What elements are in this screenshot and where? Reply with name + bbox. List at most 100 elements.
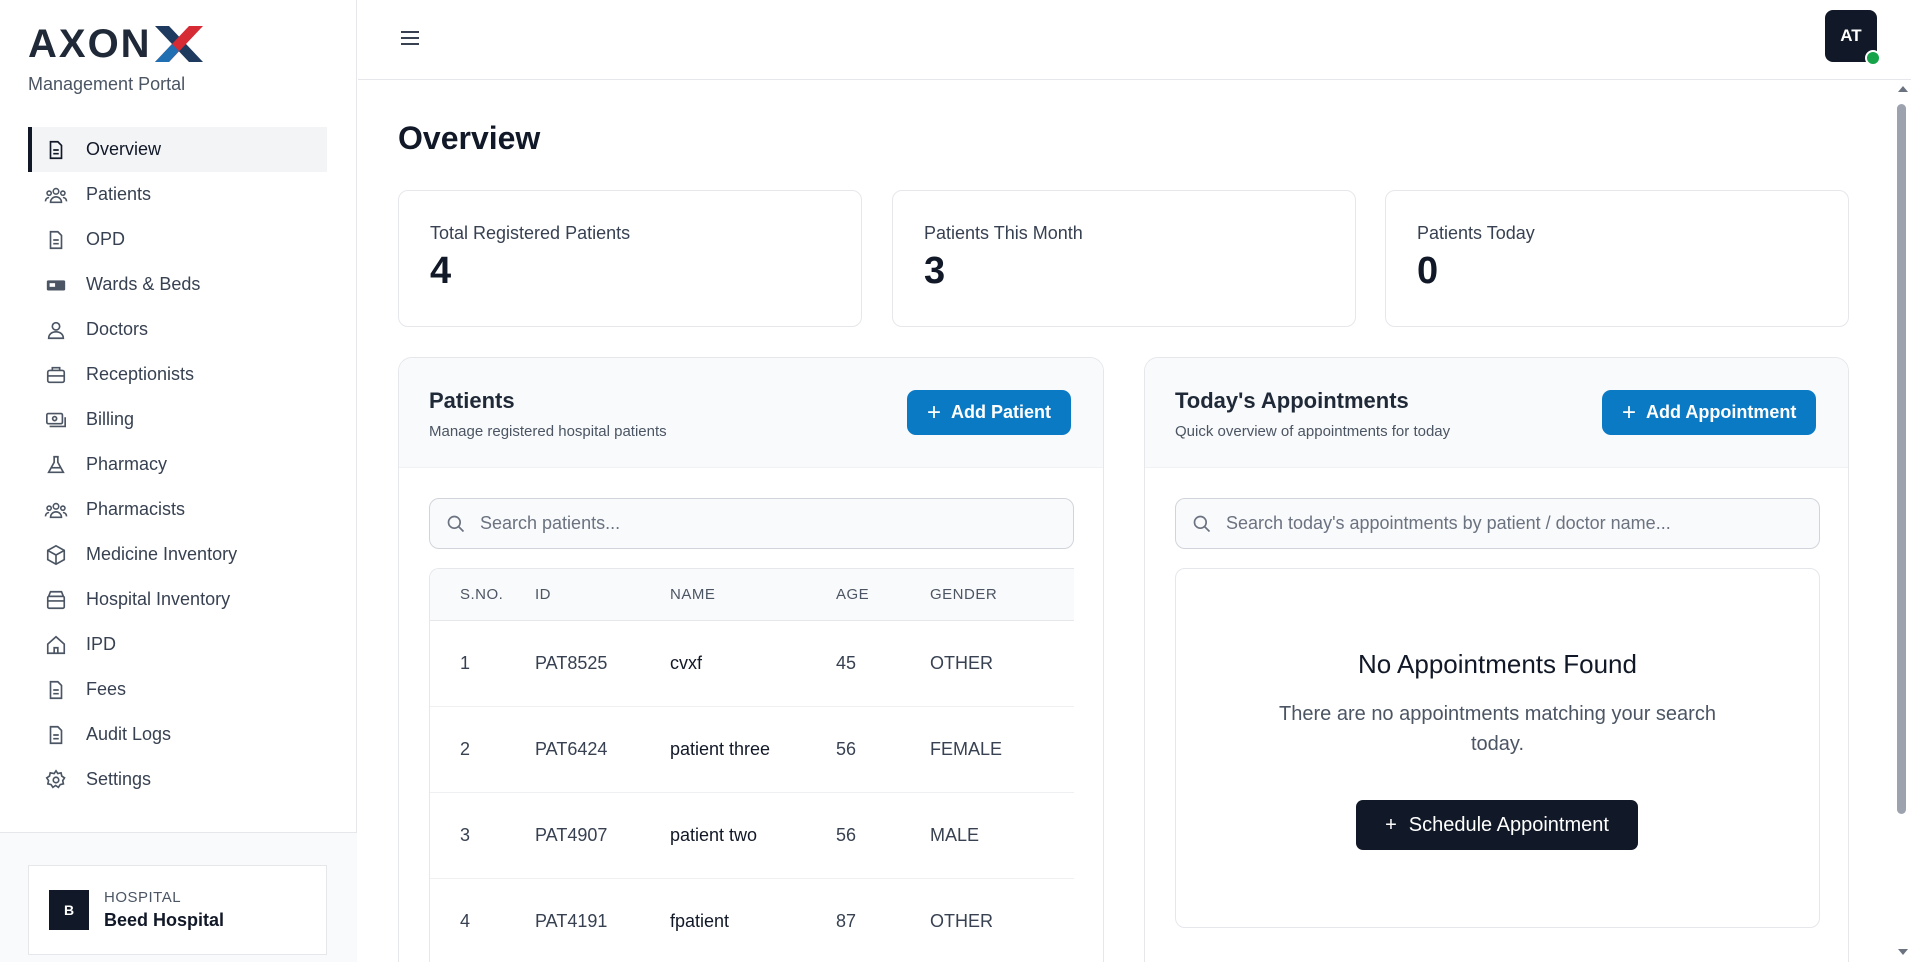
hospital-badge: B — [49, 890, 89, 930]
table-row[interactable]: 2 PAT6424 patient three 56 FEMALE — [430, 706, 1074, 793]
logo-text: AXON — [28, 22, 152, 66]
bed-icon — [44, 273, 68, 297]
empty-state-title: No Appointments Found — [1358, 649, 1637, 679]
appointment-search-input[interactable] — [1226, 513, 1786, 534]
patient-search-box[interactable] — [429, 498, 1074, 549]
cell-age: 56 — [836, 706, 930, 793]
sidebar-item-label: OPD — [86, 229, 126, 249]
cell-gender: FEMALE — [930, 706, 1074, 793]
page-scrollbar[interactable] — [1893, 80, 1911, 962]
hospital-kind-label: HOSPITAL — [104, 889, 182, 906]
cell-sno: 2 — [430, 706, 535, 793]
sidebar-item-opd[interactable]: OPD — [28, 217, 327, 262]
user-icon — [44, 318, 68, 342]
hospital-card[interactable]: B HOSPITAL Beed Hospital — [28, 865, 327, 955]
sidebar-item-fees[interactable]: Fees — [28, 667, 327, 712]
sidebar-item-patients[interactable]: Patients — [28, 172, 327, 217]
panel-subtitle: Quick overview of appointments for today — [1175, 423, 1451, 440]
online-status-dot — [1865, 50, 1881, 66]
sidebar-item-overview[interactable]: Overview — [28, 127, 327, 172]
sidebar-item-doctors[interactable]: Doctors — [28, 307, 327, 352]
appointments-panel: Today's Appointments Quick overview of a… — [1144, 357, 1849, 962]
user-avatar[interactable]: AT — [1825, 10, 1881, 66]
sidebar-item-settings[interactable]: Settings — [28, 757, 327, 802]
cell-sno: 4 — [430, 878, 535, 962]
menu-toggle-button[interactable] — [398, 26, 422, 50]
sidebar-item-label: Medicine Inventory — [86, 544, 238, 564]
table-row[interactable]: 3 PAT4907 patient two 56 MALE — [430, 792, 1074, 879]
document-icon — [44, 723, 68, 747]
column-header[interactable]: S.NO. — [430, 569, 535, 621]
document-icon — [44, 228, 68, 252]
table-row[interactable]: 1 PAT8525 cvxf 45 OTHER — [430, 620, 1074, 707]
portal-subtitle: Management Portal — [28, 74, 186, 94]
empty-state-text: There are no appointments matching your … — [1279, 703, 1716, 755]
button-label: Add Appointment — [1646, 402, 1797, 422]
table-row[interactable]: 4 PAT4191 fpatient 87 OTHER — [430, 878, 1074, 962]
users-icon — [44, 498, 68, 522]
stat-card-patients-month: Patients This Month 3 — [892, 190, 1356, 327]
scroll-up-arrow-icon[interactable] — [1898, 86, 1908, 92]
sidebar-item-pharmacy[interactable]: Pharmacy — [28, 442, 327, 487]
sidebar-item-receptionists[interactable]: Receptionists — [28, 352, 327, 397]
button-label: Add Patient — [951, 402, 1052, 422]
column-header[interactable]: ID — [535, 569, 670, 621]
schedule-appointment-button[interactable]: + Schedule Appointment — [1356, 800, 1638, 850]
cell-age: 45 — [836, 620, 930, 707]
stat-label: Total Registered Patients — [430, 223, 631, 243]
hamburger-icon — [398, 31, 422, 54]
sidebar-item-label: Fees — [86, 679, 127, 699]
plus-icon: + — [927, 398, 942, 426]
panel-title: Patients — [429, 388, 515, 413]
sidebar-item-label: Billing — [86, 409, 135, 429]
column-header[interactable]: NAME — [670, 569, 836, 621]
scroll-down-arrow-icon[interactable] — [1898, 949, 1908, 955]
cell-name: cvxf — [670, 620, 836, 707]
hospital-name: Beed Hospital — [104, 910, 225, 930]
sidebar-item-label: Wards & Beds — [86, 274, 201, 294]
flask-icon — [44, 453, 68, 477]
document-icon — [44, 678, 68, 702]
sidebar-footer: B HOSPITAL Beed Hospital — [0, 832, 357, 962]
appointment-search-box[interactable] — [1175, 498, 1820, 549]
cell-name: patient three — [670, 706, 836, 793]
gear-icon — [44, 768, 68, 792]
sidebar-item-label: Settings — [86, 769, 152, 789]
plus-icon: + — [1385, 813, 1397, 836]
sidebar-item-audit-logs[interactable]: Audit Logs — [28, 712, 327, 757]
add-patient-button[interactable]: + Add Patient — [907, 390, 1072, 435]
empty-appointments-state: No Appointments Found There are no appoi… — [1175, 568, 1820, 928]
cell-name: fpatient — [670, 878, 836, 962]
cell-id: PAT8525 — [535, 620, 670, 707]
avatar-initials: AT — [1840, 26, 1862, 45]
search-icon — [1192, 514, 1212, 534]
sidebar-item-wards-beds[interactable]: Wards & Beds — [28, 262, 327, 307]
plus-icon: + — [1622, 398, 1637, 426]
table-header-row: S.NO. ID NAME AGE GENDER — [430, 569, 1074, 621]
cell-id: PAT4191 — [535, 878, 670, 962]
button-label: Schedule Appointment — [1408, 813, 1609, 836]
scrollbar-thumb[interactable] — [1897, 104, 1906, 814]
sidebar-item-label: Patients — [86, 184, 152, 204]
top-bar: AT — [358, 0, 1911, 80]
cell-gender: OTHER — [930, 620, 1074, 707]
sidebar-item-pharmacists[interactable]: Pharmacists — [28, 487, 327, 532]
axonx-logo[interactable]: AXON — [28, 24, 205, 64]
column-header[interactable]: GENDER — [930, 569, 1074, 621]
column-header[interactable]: AGE — [836, 569, 930, 621]
sidebar-item-label: Receptionists — [86, 364, 195, 384]
sidebar-item-ipd[interactable]: IPD — [28, 622, 327, 667]
sidebar-item-label: Overview — [86, 139, 162, 159]
cell-id: PAT6424 — [535, 706, 670, 793]
sidebar-item-medicine-inventory[interactable]: Medicine Inventory — [28, 532, 327, 577]
patients-table: S.NO. ID NAME AGE GENDER 1 PAT8525 cvxf … — [430, 569, 1074, 962]
sidebar-item-label: Audit Logs — [86, 724, 172, 744]
page-title: Overview — [398, 120, 541, 156]
logo-x-mark — [153, 24, 205, 64]
sidebar-item-hospital-inventory[interactable]: Hospital Inventory — [28, 577, 327, 622]
sidebar-item-label: Doctors — [86, 319, 149, 339]
add-appointment-button[interactable]: + Add Appointment — [1602, 390, 1817, 435]
sidebar-item-billing[interactable]: Billing — [28, 397, 327, 442]
patient-search-input[interactable] — [480, 513, 1040, 534]
patients-panel-header: Patients Manage registered hospital pati… — [399, 358, 1103, 468]
